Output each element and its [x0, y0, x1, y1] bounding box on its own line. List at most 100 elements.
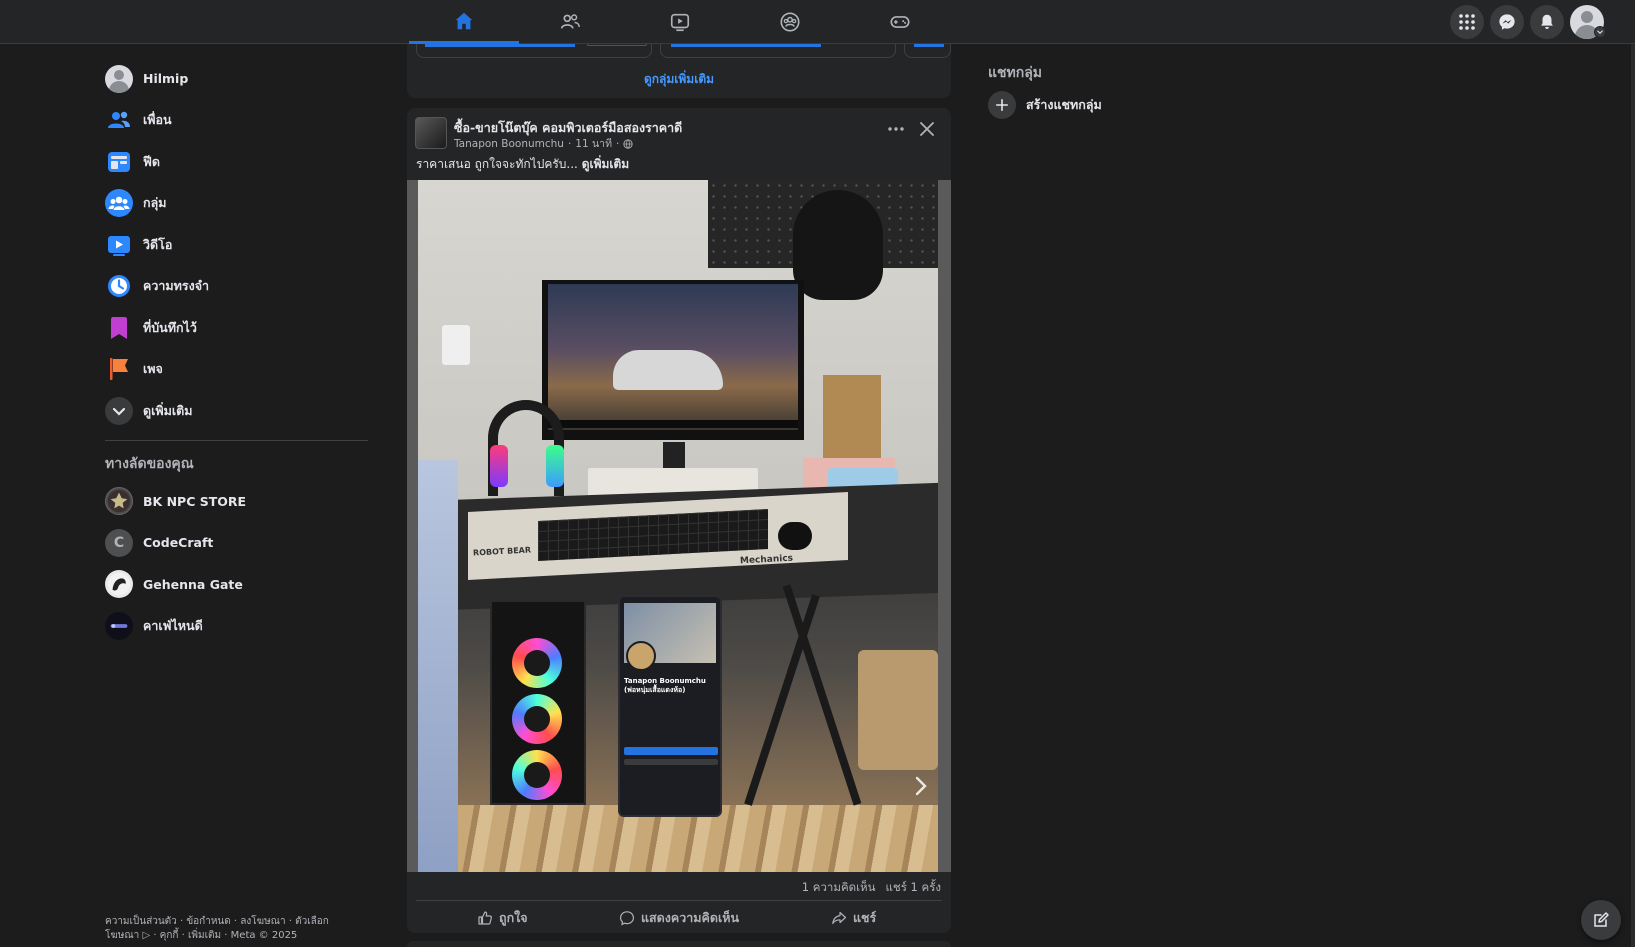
- video-icon: [105, 231, 133, 259]
- friends-icon: [105, 106, 133, 134]
- comment-bubble-icon: [619, 911, 635, 926]
- sidebar-item-memories[interactable]: ความทรงจำ: [100, 266, 370, 308]
- sidebar-item-label: Hilmip: [143, 71, 189, 87]
- suggested-groups-card: ดูกลุ่มเพิ่มเติม: [407, 44, 951, 98]
- share-label: แชร์: [853, 910, 877, 925]
- sidebar-item-label: ความทรงจำ: [143, 278, 210, 294]
- sidebar-item-see-more[interactable]: ดูเพิ่มเติม: [100, 390, 370, 432]
- meta-separator: ·: [567, 137, 572, 150]
- sidebar-item-profile[interactable]: Hilmip: [100, 58, 370, 100]
- shortcut-label: Gehenna Gate: [143, 576, 243, 592]
- nav-tab-groups[interactable]: [735, 0, 845, 44]
- create-group-chat-button[interactable]: สร้างแชทกลุ่ม: [988, 91, 1102, 119]
- notifications-button[interactable]: [1530, 5, 1564, 39]
- menu-button[interactable]: [1450, 5, 1484, 39]
- new-message-button[interactable]: [1581, 900, 1621, 940]
- sidebar-item-label: ฟีด: [143, 153, 160, 169]
- more-options-icon[interactable]: [884, 121, 908, 137]
- gaming-icon: [890, 16, 910, 28]
- share-button[interactable]: แชร์: [831, 907, 876, 929]
- compose-icon: [1594, 912, 1609, 927]
- sidebar-item-label: เพจ: [143, 361, 163, 377]
- shortcut-label: คาเฟ่ไหนดี: [143, 617, 203, 633]
- group-avatar[interactable]: [415, 117, 447, 149]
- shortcuts-title: ทางลัดของคุณ: [105, 455, 194, 472]
- comment-label: แสดงความคิดเห็น: [641, 910, 740, 925]
- post-image[interactable]: ROBOT BEAR Mechanics Tanapon Boonumchu (…: [407, 180, 951, 872]
- nav-tab-video[interactable]: [625, 0, 735, 44]
- home-icon: [455, 12, 473, 29]
- page-scrollbar[interactable]: [1631, 44, 1635, 947]
- pages-icon: [105, 355, 133, 383]
- post-author[interactable]: Tanapon Boonumchu: [454, 138, 564, 150]
- bk-npc-store-avatar: [105, 487, 133, 516]
- create-group-chat-label: สร้างแชทกลุ่ม: [1026, 97, 1102, 112]
- like-button[interactable]: ถูกใจ: [477, 907, 528, 929]
- join-button-stub[interactable]: [914, 44, 944, 47]
- sidebar-item-feed[interactable]: ฟีด: [100, 141, 370, 183]
- sidebar-item-pages[interactable]: เพจ: [100, 349, 370, 391]
- post-time[interactable]: 11 นาที: [575, 135, 612, 152]
- profile-avatar: [105, 64, 133, 93]
- see-more-link[interactable]: ดูเพิ่มเติม: [582, 157, 630, 171]
- shares-count[interactable]: แชร์ 1 ครั้ง: [885, 879, 941, 897]
- comment-button[interactable]: แสดงความคิดเห็น: [619, 907, 739, 929]
- account-caret-icon[interactable]: [1594, 26, 1606, 38]
- feed-post: ซื้อ-ขายโน๊ตบุ๊ค คอมพิวเตอร์มือสองราคาดี…: [407, 108, 951, 933]
- comments-count[interactable]: 1 ความคิดเห็น: [802, 879, 876, 897]
- post-meta: Tanapon Boonumchu · 11 นาที ·: [454, 135, 633, 152]
- post-body: ราคาเสนอ ถูกใจจะทักไปครับ...: [416, 157, 578, 171]
- shortcut-cafe[interactable]: คาเฟ่ไหนดี: [100, 605, 370, 647]
- sidebar-divider: [105, 439, 368, 441]
- footer-links[interactable]: ความเป็นส่วนตัว · ข้อกำหนด · ลงโฆษณา · ต…: [105, 915, 355, 943]
- next-photo-chevron-right-icon[interactable]: [905, 770, 937, 802]
- join-button-stub[interactable]: [671, 44, 821, 47]
- shortcut-label: BK NPC STORE: [143, 493, 247, 509]
- post-text: ราคาเสนอ ถูกใจจะทักไปครับ... ดูเพิ่มเติม: [416, 155, 629, 174]
- sidebar-item-saved[interactable]: ที่บันทึกไว้: [100, 307, 370, 349]
- post-stats: 1 ความคิดเห็น แชร์ 1 ครั้ง: [802, 879, 941, 897]
- saved-icon: [105, 314, 133, 342]
- group-chats-title: แชทกลุ่ม: [988, 65, 1043, 81]
- topbar-right-actions: [1450, 5, 1604, 39]
- menu-grid-icon: [1459, 14, 1475, 30]
- remove-button-stub[interactable]: [587, 44, 647, 46]
- nav-tab-gaming[interactable]: [845, 0, 955, 44]
- messenger-icon: [1499, 14, 1515, 30]
- plus-icon: [988, 91, 1016, 119]
- left-sidebar: Hilmip เพื่อน ฟีด กลุ่ม วิดีโอ ความทรงจำ: [100, 58, 370, 647]
- top-navigation-bar: [0, 0, 1635, 44]
- video-icon: [670, 13, 690, 32]
- sidebar-item-friends[interactable]: เพื่อน: [100, 100, 370, 142]
- memories-icon: [105, 272, 133, 300]
- share-arrow-icon: [832, 911, 847, 925]
- thumbs-up-icon: [478, 911, 492, 925]
- shortcut-codecraft[interactable]: C CodeCraft: [100, 522, 370, 564]
- shortcut-gehenna-gate[interactable]: Gehenna Gate: [100, 564, 370, 606]
- sidebar-item-video[interactable]: วิดีโอ: [100, 224, 370, 266]
- chevron-down-icon: [105, 396, 133, 425]
- phone-profile-name: Tanapon Boonumchu (พ่อหนุ่มเสื้อแดงห้อ): [624, 677, 706, 694]
- next-post-stub: [407, 941, 951, 947]
- phone-screenshot: Tanapon Boonumchu (พ่อหนุ่มเสื้อแดงห้อ): [618, 595, 722, 817]
- sidebar-item-label: วิดีโอ: [143, 236, 173, 252]
- join-button-stub[interactable]: [425, 44, 575, 47]
- sidebar-item-label: ดูเพิ่มเติม: [143, 402, 193, 418]
- sidebar-item-groups[interactable]: กลุ่ม: [100, 183, 370, 225]
- codecraft-avatar: C: [105, 528, 133, 557]
- friends-icon: [560, 14, 580, 29]
- see-more-groups-link[interactable]: ดูกลุ่มเพิ่มเติม: [407, 70, 951, 89]
- desk-setup-photo: ROBOT BEAR Mechanics Tanapon Boonumchu (…: [418, 180, 938, 872]
- like-label: ถูกใจ: [499, 910, 528, 925]
- meta-separator: ·: [616, 137, 620, 150]
- sidebar-item-label: กลุ่ม: [143, 195, 167, 211]
- shortcut-bk-npc-store[interactable]: BK NPC STORE: [100, 481, 370, 523]
- nav-tab-home[interactable]: [409, 0, 519, 44]
- bell-icon: [1541, 14, 1553, 30]
- nav-tab-friends[interactable]: [515, 0, 625, 44]
- groups-icon: [105, 189, 133, 218]
- messenger-button[interactable]: [1490, 5, 1524, 39]
- close-icon[interactable]: [917, 119, 937, 139]
- groups-icon: [780, 12, 800, 32]
- gehenna-gate-avatar: [105, 570, 133, 599]
